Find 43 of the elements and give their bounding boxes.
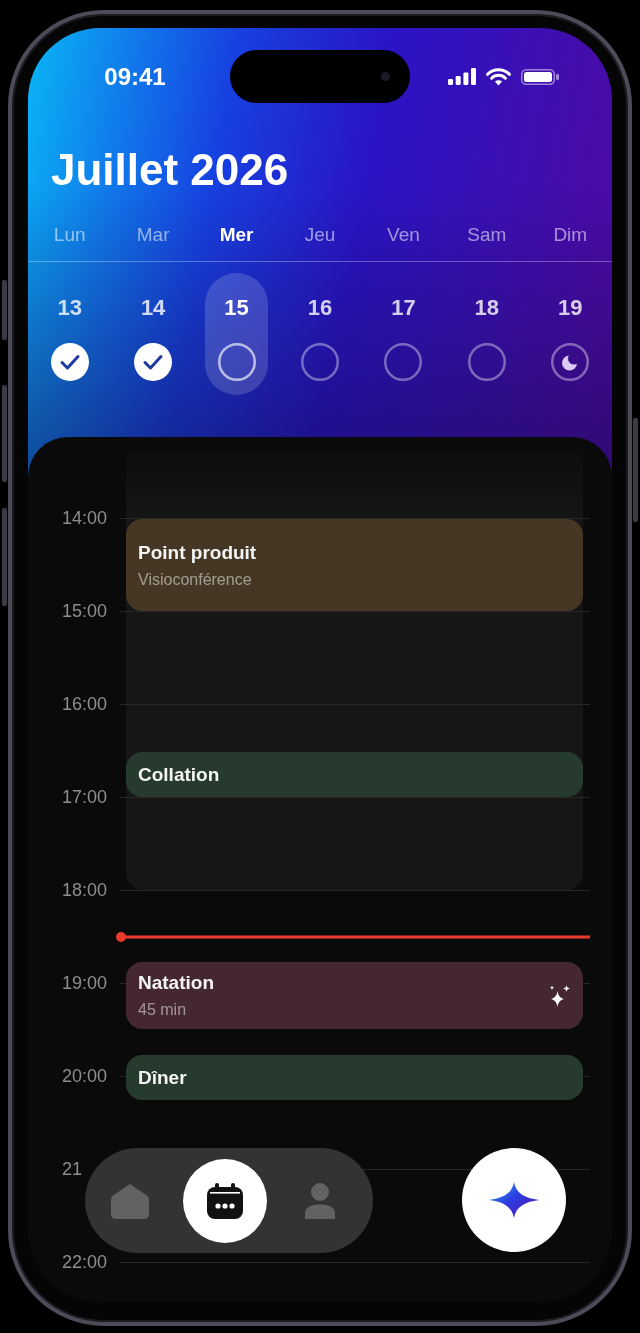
wifi-icon (485, 67, 511, 86)
day-button[interactable]: 18 (455, 273, 519, 395)
weekday-label: Jeu (304, 223, 336, 247)
person-icon (305, 1182, 335, 1219)
battery-icon (520, 68, 559, 85)
day-button[interactable]: 16 (288, 273, 352, 395)
weekday-label: Mer (219, 223, 254, 247)
weekday-label: Sam (467, 223, 507, 247)
event-card[interactable]: Natation 45 min (126, 962, 583, 1029)
event-title: Natation (138, 971, 214, 995)
day-button[interactable]: 14 (121, 273, 185, 395)
event-title: Dîner (138, 1065, 187, 1090)
weekday-label: Dim (553, 223, 588, 247)
hour-label: 20:00 (62, 1065, 108, 1087)
day-button[interactable]: 15 (205, 273, 269, 395)
signal-icon (447, 68, 476, 85)
home-icon (111, 1182, 149, 1219)
weekday-label: Lun (53, 223, 86, 247)
sparkle-icon (489, 1182, 539, 1218)
hour-label: 21 (62, 1158, 83, 1180)
day-button[interactable]: 17 (371, 273, 435, 395)
event-subtitle: 45 min (138, 1000, 187, 1020)
event-subtitle: Visioconférence (138, 569, 252, 590)
event-card[interactable]: Collation (126, 752, 583, 797)
side-ridge (2, 280, 7, 340)
status-time: 09:41 (104, 62, 166, 91)
event-card[interactable]: Dîner (126, 1055, 583, 1100)
hour-label: 22:00 (62, 1251, 108, 1273)
day-button[interactable]: 13 (38, 273, 102, 395)
hour-label: 14:00 (62, 507, 108, 529)
hour-label: 17:00 (62, 786, 108, 808)
calendar-icon (207, 1182, 243, 1219)
hour-label: 18:00 (62, 879, 108, 901)
month-title: Juillet 2026 (51, 144, 290, 196)
hour-label: 15:00 (62, 600, 108, 622)
weekday-label: Mar (136, 223, 170, 247)
event-title: Collation (138, 762, 220, 787)
event-title: Point produit (138, 540, 257, 565)
hour-label: 19:00 (62, 972, 108, 994)
hour-label: 16:00 (62, 693, 108, 715)
weekday-label: Ven (387, 223, 420, 247)
event-card[interactable]: Point produit Visioconférence (126, 519, 583, 611)
day-button[interactable]: 19 (538, 273, 602, 395)
